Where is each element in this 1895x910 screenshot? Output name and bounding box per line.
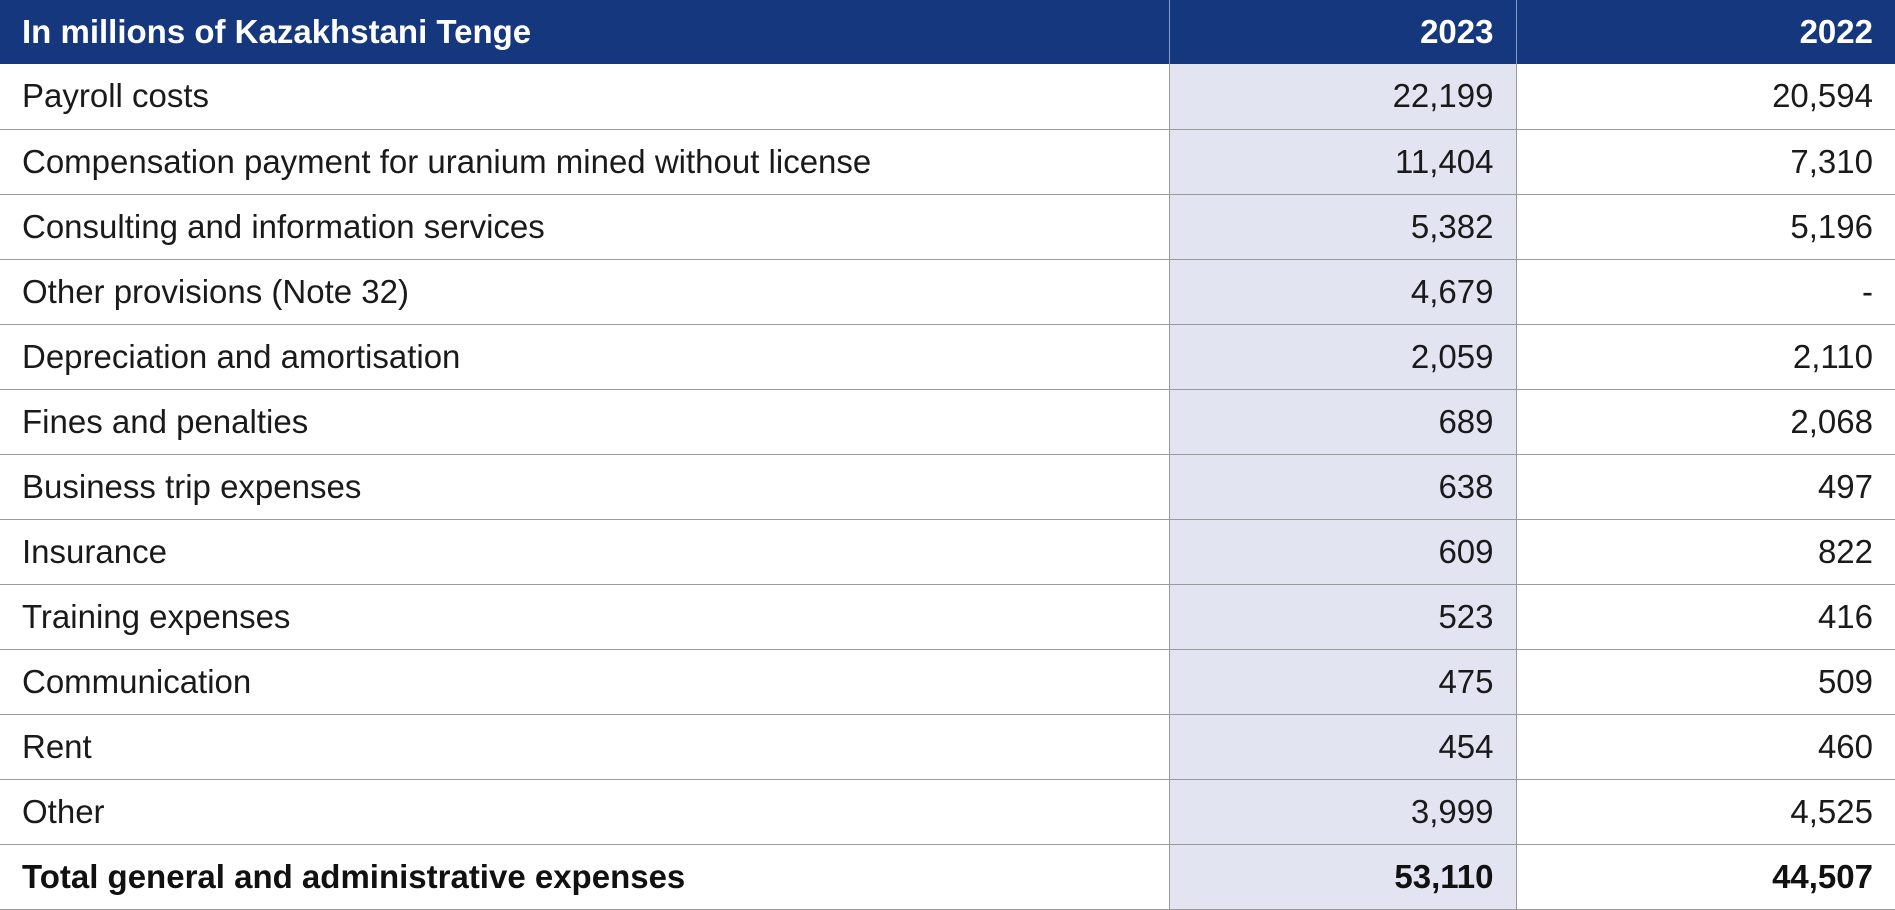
table-row: Insurance 609 822 <box>0 519 1895 585</box>
total-row: Total general and administrative expense… <box>0 844 1895 910</box>
table-row: Training expenses 523 416 <box>0 584 1895 650</box>
value-2023: 4,679 <box>1168 259 1517 325</box>
value-2022: 7,310 <box>1516 129 1895 195</box>
value-2023: 523 <box>1168 584 1517 650</box>
value-2022: 20,594 <box>1516 64 1895 130</box>
table-row: Business trip expenses 638 497 <box>0 454 1895 520</box>
table-row: Other provisions (Note 32) 4,679 - <box>0 259 1895 325</box>
row-label: Business trip expenses <box>0 454 1169 520</box>
value-2022: 2,110 <box>1516 324 1895 390</box>
value-2022: 509 <box>1516 649 1895 715</box>
header-year-2023: 2023 <box>1169 0 1517 64</box>
table-row: Compensation payment for uranium mined w… <box>0 129 1895 195</box>
value-2022: 460 <box>1516 714 1895 780</box>
row-label: Other provisions (Note 32) <box>0 259 1169 325</box>
table-row: Communication 475 509 <box>0 649 1895 715</box>
value-2023: 689 <box>1168 389 1517 455</box>
row-label: Compensation payment for uranium mined w… <box>0 129 1169 195</box>
table-row: Fines and penalties 689 2,068 <box>0 389 1895 455</box>
value-2022: 5,196 <box>1516 194 1895 260</box>
value-2022: 2,068 <box>1516 389 1895 455</box>
value-2023: 609 <box>1168 519 1517 585</box>
value-2022: 822 <box>1516 519 1895 585</box>
total-value-2023: 53,110 <box>1168 844 1517 910</box>
value-2023: 5,382 <box>1168 194 1517 260</box>
value-2022: 497 <box>1516 454 1895 520</box>
value-2023: 11,404 <box>1168 129 1517 195</box>
total-label: Total general and administrative expense… <box>0 844 1169 910</box>
row-label: Depreciation and amortisation <box>0 324 1169 390</box>
value-2023: 638 <box>1168 454 1517 520</box>
value-2023: 22,199 <box>1168 64 1517 130</box>
row-label: Consulting and information services <box>0 194 1169 260</box>
row-label: Other <box>0 779 1169 845</box>
table-row: Depreciation and amortisation 2,059 2,11… <box>0 324 1895 390</box>
row-label: Insurance <box>0 519 1169 585</box>
value-2023: 2,059 <box>1168 324 1517 390</box>
row-label: Rent <box>0 714 1169 780</box>
value-2022: - <box>1516 259 1895 325</box>
header-currency-label: In millions of Kazakhstani Tenge <box>0 0 1170 64</box>
admin-expenses-table: In millions of Kazakhstani Tenge 2023 20… <box>0 0 1895 910</box>
value-2023: 475 <box>1168 649 1517 715</box>
value-2023: 3,999 <box>1168 779 1517 845</box>
table-row: Rent 454 460 <box>0 714 1895 780</box>
row-label: Training expenses <box>0 584 1169 650</box>
table-row: Other 3,999 4,525 <box>0 779 1895 845</box>
value-2023: 454 <box>1168 714 1517 780</box>
value-2022: 4,525 <box>1516 779 1895 845</box>
table-header-row: In millions of Kazakhstani Tenge 2023 20… <box>0 0 1895 64</box>
row-label: Payroll costs <box>0 64 1169 130</box>
table-row: Consulting and information services 5,38… <box>0 194 1895 260</box>
table-row: Payroll costs 22,199 20,594 <box>0 64 1895 130</box>
row-label: Fines and penalties <box>0 389 1169 455</box>
header-year-2022: 2022 <box>1516 0 1895 64</box>
value-2022: 416 <box>1516 584 1895 650</box>
row-label: Communication <box>0 649 1169 715</box>
total-value-2022: 44,507 <box>1516 844 1895 910</box>
